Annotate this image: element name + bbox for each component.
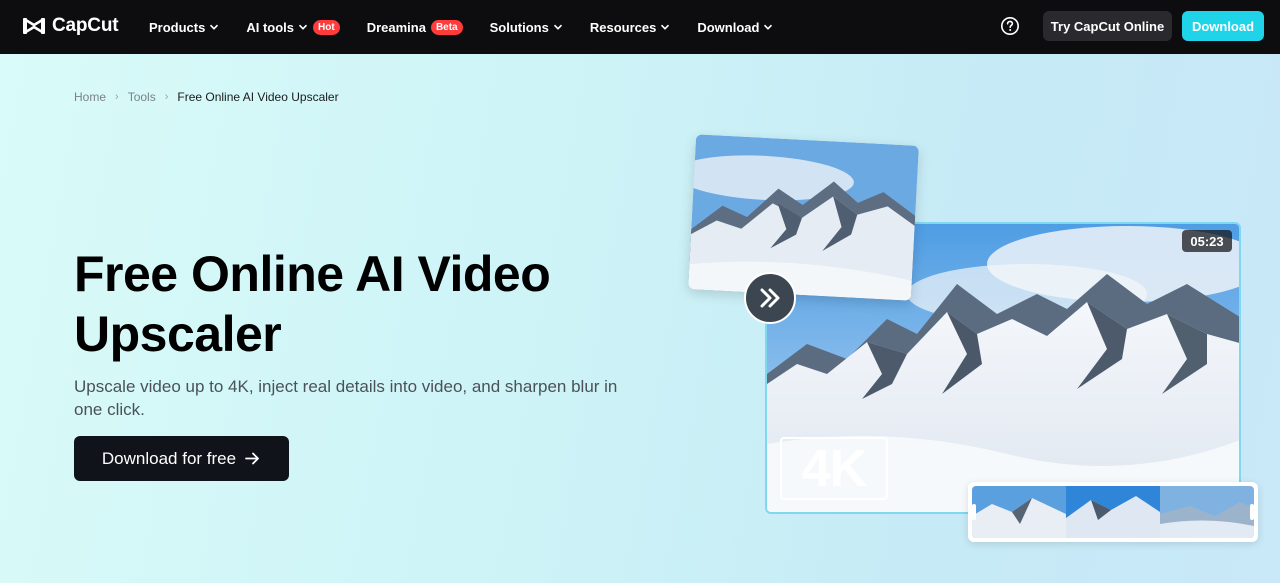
duration-badge: 05:23	[1182, 230, 1232, 252]
help-icon[interactable]	[1000, 16, 1020, 36]
nav-item-download[interactable]: Download	[697, 20, 773, 35]
download-button[interactable]: Download	[1182, 11, 1264, 41]
chevron-down-icon	[210, 24, 219, 30]
hero-section: Home › Tools › Free Online AI Video Upsc…	[0, 54, 1280, 583]
original-preview-image	[688, 134, 919, 301]
resolution-badge: 4K	[780, 437, 888, 500]
nav-item-label: AI tools	[246, 19, 295, 35]
nav-item-dreamina[interactable]: Dreamina Beta	[366, 19, 463, 35]
nav-item-label: Resources	[589, 19, 657, 35]
cta-label: Download for free	[101, 448, 237, 468]
hot-badge: Hot	[313, 19, 340, 35]
timeline-thumbnail	[1160, 486, 1254, 538]
logo-text: CapCut	[52, 15, 119, 36]
nav-item-resources[interactable]: Resources	[590, 20, 670, 35]
timeline-handle-right[interactable]	[1250, 504, 1254, 520]
beta-badge: Beta	[430, 19, 463, 35]
breadcrumb-current: Free Online AI Video Upscaler	[177, 90, 339, 104]
nav-item-label: Products	[149, 19, 206, 35]
breadcrumb-home[interactable]: Home	[74, 90, 106, 104]
nav-item-solutions[interactable]: Solutions	[490, 20, 563, 35]
breadcrumb: Home › Tools › Free Online AI Video Upsc…	[74, 90, 339, 104]
nav-item-ai-tools[interactable]: AI tools Hot	[246, 19, 340, 35]
try-capcut-online-button[interactable]: Try CapCut Online	[1043, 11, 1172, 41]
compare-arrow-icon	[744, 272, 796, 324]
page-subtitle: Upscale video up to 4K, inject real deta…	[74, 377, 618, 419]
chevron-right-icon: ›	[115, 91, 119, 103]
nav-item-label: Dreamina	[366, 19, 426, 35]
top-nav: CapCut Products AI tools Hot Dreamina Be…	[0, 0, 1280, 54]
timeline-thumbnail	[1066, 486, 1160, 538]
capcut-logo[interactable]: CapCut	[22, 15, 119, 37]
page-title: Free Online AI Video Upscaler	[74, 246, 551, 362]
chevron-down-icon	[661, 24, 670, 30]
chevron-down-icon	[298, 24, 308, 30]
timeline-handle-left[interactable]	[972, 504, 976, 520]
breadcrumb-tools[interactable]: Tools	[128, 90, 156, 104]
capcut-logo-icon	[23, 17, 45, 35]
nav-item-label: Download	[697, 19, 760, 35]
video-timeline[interactable]	[968, 482, 1258, 542]
chevron-right-icon: ›	[164, 91, 169, 103]
download-for-free-button[interactable]: Download for free	[74, 436, 289, 481]
timeline-thumbnails	[972, 486, 1254, 538]
chevron-down-icon	[764, 24, 773, 30]
chevron-down-icon	[553, 24, 562, 30]
nav-item-products[interactable]: Products	[149, 20, 219, 35]
timeline-thumbnail	[972, 486, 1066, 538]
nav-item-label: Solutions	[489, 19, 549, 35]
arrow-right-icon	[245, 452, 259, 465]
nav-menu: Products AI tools Hot Dreamina Beta Solu…	[149, 0, 800, 54]
